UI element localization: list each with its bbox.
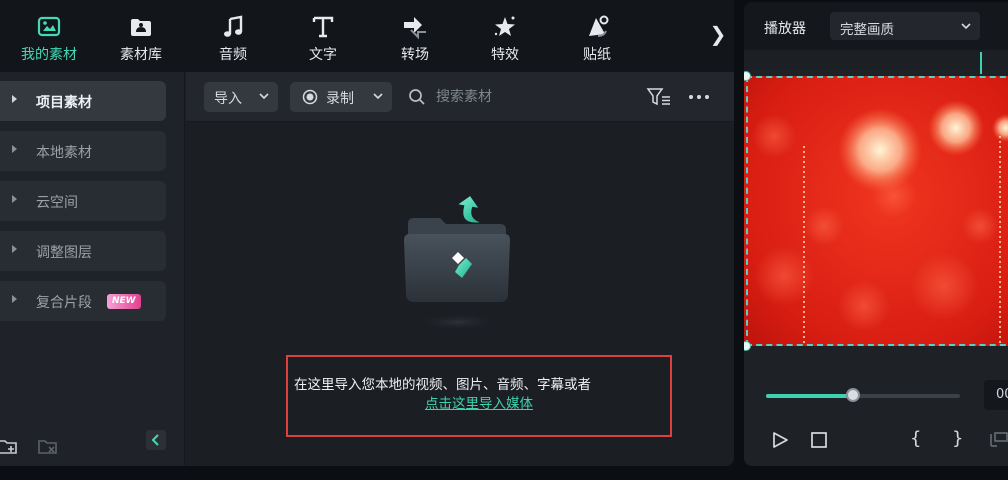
fireworks-frame (744, 76, 1008, 346)
chevron-left-icon (151, 434, 159, 446)
tab-stock-media[interactable]: 素材库 (96, 0, 186, 72)
sidebar-item-project-media[interactable]: 项目素材 (0, 81, 166, 121)
import-hint-text: 在这里导入您本地的视频、图片、音频、字幕或者 (294, 377, 591, 393)
content-toolbar: 导入 录制 (186, 72, 734, 122)
empty-folder-illustration (404, 196, 510, 331)
crop-handle-bottom-left[interactable] (744, 341, 751, 351)
media-sidebar: 项目素材 本地素材 云空间 调整图层 复合片段 NEW (0, 72, 185, 466)
collapse-sidebar-button[interactable] (146, 430, 166, 450)
playhead-marker[interactable] (980, 52, 982, 74)
tab-my-media[interactable]: 我的素材 (4, 0, 94, 72)
music-note-icon (224, 15, 243, 37)
import-hint-box: 在这里导入您本地的视频、图片、音频、字幕或者 点击这里导入媒体 (286, 355, 672, 437)
expand-arrow-icon (12, 245, 17, 253)
sidebar-item-local-media[interactable]: 本地素材 (0, 131, 166, 171)
import-label: 导入 (214, 91, 242, 107)
tab-audio[interactable]: 音频 (188, 0, 278, 72)
insert-clip-icon[interactable] (988, 430, 1008, 450)
import-dropdown[interactable]: 导入 (204, 82, 278, 112)
stop-icon[interactable] (809, 430, 829, 450)
filter-icon[interactable] (646, 86, 672, 108)
tab-effects-label: 特效 (491, 47, 519, 63)
record-dropdown[interactable]: 录制 (290, 82, 392, 112)
progress-knob[interactable] (846, 388, 861, 402)
timecode-text: 00 (996, 387, 1008, 402)
search-input[interactable] (436, 84, 636, 110)
sidebar-item-label: 复合片段 (36, 295, 92, 311)
tab-stickers-label: 贴纸 (583, 47, 611, 63)
chevron-down-icon (259, 93, 269, 100)
timecode-field[interactable]: 00 (984, 380, 1008, 410)
record-label: 录制 (326, 91, 354, 107)
tab-text-label: 文字 (309, 47, 337, 63)
new-folder-icon[interactable] (0, 436, 18, 456)
media-panel: 我的素材 素材库 音频 文字 转场 特效 贴纸 ❯ 项目素材 本地素材 云空间 … (0, 0, 734, 466)
tab-text[interactable]: 文字 (278, 0, 368, 72)
player-panel: 播放器 完整画质 0 {} (744, 2, 1008, 466)
player-ruler (744, 50, 1008, 70)
sidebar-item-adjustment-layer[interactable]: 调整图层 (0, 231, 166, 271)
quality-value: 完整画质 (840, 22, 894, 38)
top-toolbar: 我的素材 素材库 音频 文字 转场 特效 贴纸 ❯ (0, 0, 734, 72)
tab-transitions[interactable]: 转场 (370, 0, 460, 72)
progress-fill (766, 394, 854, 398)
transition-icon (404, 17, 426, 40)
sidebar-item-label: 本地素材 (36, 145, 92, 161)
tab-stock-media-label: 素材库 (120, 47, 162, 63)
delete-folder-icon[interactable] (38, 436, 58, 456)
sidebar-item-label: 项目素材 (36, 95, 92, 111)
tab-stickers[interactable]: 贴纸 (552, 0, 642, 72)
sticker-icon (589, 15, 609, 37)
effects-star-icon (494, 16, 515, 36)
playback-progress-bar[interactable] (766, 394, 960, 398)
bottom-strip (0, 466, 1008, 480)
chevron-down-icon (961, 23, 971, 30)
sidebar-item-compound-clip[interactable]: 复合片段 NEW (0, 281, 166, 321)
sidebar-item-cloud[interactable]: 云空间 (0, 181, 166, 221)
stock-media-icon (131, 19, 151, 36)
record-icon (302, 89, 318, 105)
expand-arrow-icon (12, 145, 17, 153)
new-badge: NEW (107, 294, 141, 309)
expand-arrow-icon (12, 295, 17, 303)
search-icon (409, 89, 425, 105)
tab-my-media-label: 我的素材 (21, 47, 77, 63)
chevron-down-icon (373, 93, 383, 100)
text-t-icon (312, 16, 334, 38)
import-media-link[interactable]: 点击这里导入媒体 (288, 392, 670, 412)
mark-in-button[interactable]: { (910, 428, 921, 449)
tab-effects[interactable]: 特效 (460, 0, 550, 72)
expand-arrow-icon (12, 195, 17, 203)
video-preview[interactable] (744, 76, 1008, 346)
mark-out-button[interactable]: } (952, 428, 963, 449)
sidebar-item-label: 调整图层 (36, 245, 92, 261)
tab-audio-label: 音频 (219, 47, 247, 63)
expand-arrow-icon (12, 95, 17, 103)
player-header: 播放器 完整画质 (744, 2, 1008, 50)
more-options-icon[interactable] (686, 86, 712, 108)
quality-dropdown[interactable]: 完整画质 (830, 12, 980, 40)
tab-transitions-label: 转场 (401, 47, 429, 63)
my-media-icon (37, 16, 61, 37)
player-title: 播放器 (764, 21, 806, 37)
toolbar-more-arrow[interactable]: ❯ (706, 22, 730, 50)
sidebar-item-label: 云空间 (36, 195, 78, 211)
play-icon[interactable] (770, 430, 790, 450)
media-content-area: 导入 录制 搜索素材 在这里导入您本地的视频、图片、音频、字幕或者 点击这里导入… (186, 72, 734, 466)
